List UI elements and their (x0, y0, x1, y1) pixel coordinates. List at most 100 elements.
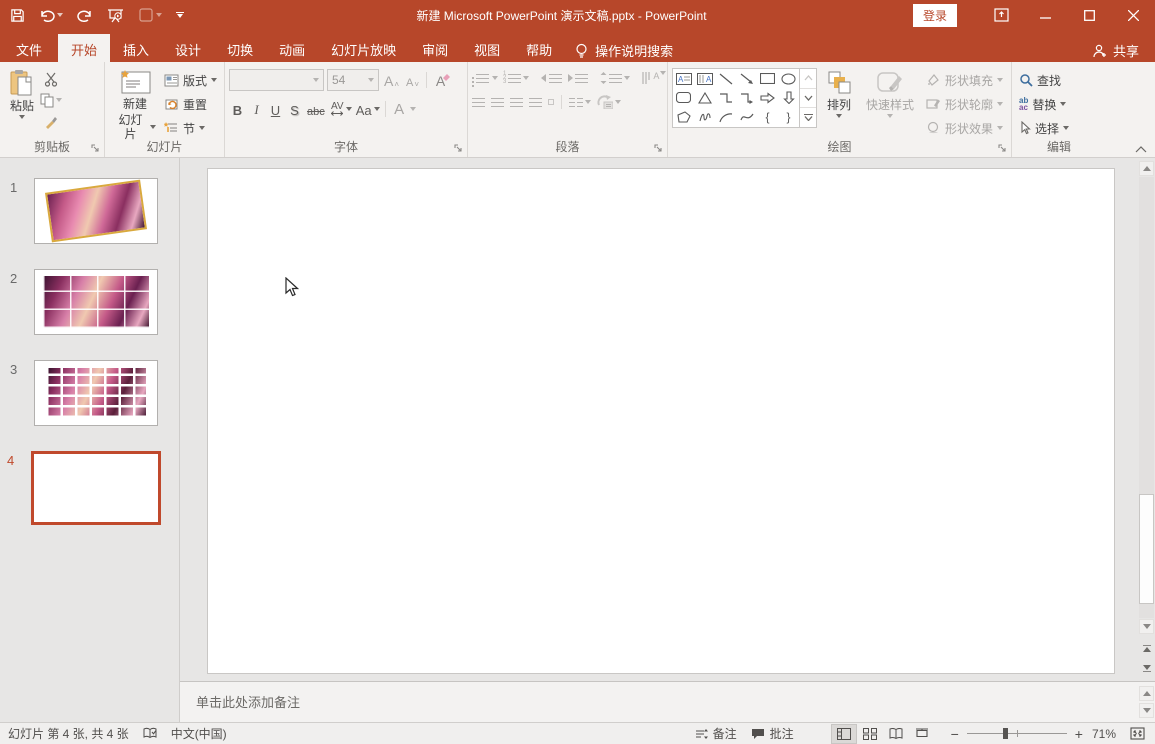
distribute-button[interactable] (548, 99, 554, 105)
cut-icon[interactable] (40, 70, 62, 88)
spellcheck-icon[interactable] (136, 723, 164, 744)
maximize-button[interactable] (1067, 0, 1111, 30)
notes-scrollbar[interactable] (1139, 686, 1154, 718)
shape-textbox-icon[interactable]: A (673, 69, 694, 88)
bullets-button[interactable] (472, 74, 498, 83)
scroll-up-icon[interactable] (1139, 161, 1154, 176)
language-indicator[interactable]: 中文(中国) (164, 723, 234, 744)
zoom-slider[interactable] (967, 733, 1067, 734)
slide-2-row[interactable]: 2 (10, 269, 179, 335)
italic-button[interactable]: I (248, 99, 265, 119)
font-size-combo[interactable]: 54 (327, 69, 379, 91)
zoom-percentage[interactable]: 71% (1085, 723, 1123, 744)
numbering-button[interactable]: 123 (503, 72, 529, 84)
new-slide-button[interactable]: 新建 幻灯片 (109, 65, 161, 144)
grow-font-button[interactable]: A˄ (382, 70, 401, 90)
collapse-ribbon-icon[interactable] (1135, 146, 1147, 153)
tab-slideshow[interactable]: 幻灯片放映 (318, 34, 409, 62)
character-spacing-dropdown-icon[interactable] (346, 107, 352, 111)
paragraph-dialog-launcher-icon[interactable] (654, 144, 664, 154)
section-button[interactable]: 节 (161, 117, 220, 139)
clear-formatting-button[interactable]: A (432, 70, 449, 90)
shape-arc-icon[interactable] (715, 107, 736, 126)
tab-home[interactable]: 开始 (58, 34, 110, 62)
layout-button[interactable]: 版式 (161, 69, 220, 91)
tab-transitions[interactable]: 切换 (214, 34, 266, 62)
shapes-scroll-up-icon[interactable] (800, 69, 816, 88)
slide-sorter-view-button[interactable] (857, 724, 883, 744)
next-slide-button[interactable] (1139, 661, 1154, 676)
undo-button[interactable] (39, 8, 63, 22)
clipboard-dialog-launcher-icon[interactable] (91, 144, 101, 154)
align-left-button[interactable] (472, 98, 485, 107)
shape-left-brace-icon[interactable]: { (757, 107, 778, 126)
arrange-dropdown-icon[interactable] (836, 114, 842, 118)
tab-help[interactable]: 帮助 (513, 34, 565, 62)
shape-outline-button[interactable]: 形状轮廓 (923, 93, 1006, 115)
slide-4-row[interactable]: 4 (7, 451, 179, 525)
shape-rectangle-icon[interactable] (757, 69, 778, 88)
font-color-dropdown-icon[interactable] (410, 107, 416, 111)
shape-right-brace-icon[interactable]: } (778, 107, 799, 126)
slide-3-thumbnail[interactable] (34, 360, 158, 426)
tab-review[interactable]: 审阅 (409, 34, 461, 62)
select-dropdown-icon[interactable] (1063, 126, 1069, 130)
shape-triangle-icon[interactable] (694, 88, 715, 107)
share-button[interactable]: 共享 (1076, 34, 1155, 62)
select-button[interactable]: 选择 (1016, 117, 1102, 139)
shape-rounded-rectangle-icon[interactable] (673, 88, 694, 107)
drawing-dialog-launcher-icon[interactable] (998, 144, 1008, 154)
shape-arrow-icon[interactable] (736, 69, 757, 88)
paste-dropdown-icon[interactable] (19, 115, 25, 119)
change-case-dropdown-icon[interactable] (374, 107, 380, 111)
font-dialog-launcher-icon[interactable] (454, 144, 464, 154)
tab-animations[interactable]: 动画 (266, 34, 318, 62)
slide-2-thumbnail[interactable] (34, 269, 158, 335)
normal-view-button[interactable] (831, 724, 857, 744)
justify-button[interactable] (529, 98, 542, 107)
shapes-more-icon[interactable] (800, 107, 816, 127)
minimize-button[interactable] (1023, 0, 1067, 30)
shrink-font-button[interactable]: A˅ (404, 70, 421, 90)
scroll-down-icon[interactable] (1139, 619, 1154, 634)
new-slide-dropdown-icon[interactable] (150, 125, 156, 129)
shape-vertical-textbox-icon[interactable]: A (694, 69, 715, 88)
shape-oval-icon[interactable] (778, 69, 799, 88)
shape-effects-dropdown-icon[interactable] (997, 126, 1003, 130)
slideshow-view-button[interactable] (909, 724, 935, 744)
shape-outline-dropdown-icon[interactable] (997, 102, 1003, 106)
decrease-indent-button[interactable] (541, 74, 562, 83)
shape-line-icon[interactable] (715, 69, 736, 88)
comments-toggle[interactable]: 批注 (744, 723, 801, 744)
shape-freeform-icon[interactable] (673, 107, 694, 126)
tell-me-search[interactable]: 操作说明搜索 (565, 34, 683, 62)
quick-styles-button[interactable]: 快速样式 (861, 65, 919, 141)
fit-slide-to-window-icon[interactable] (1123, 723, 1147, 744)
slide-3-row[interactable]: 3 (10, 360, 179, 426)
section-dropdown-icon[interactable] (199, 126, 205, 130)
line-spacing-button[interactable] (600, 72, 630, 84)
underline-button[interactable]: U (267, 99, 284, 119)
character-spacing-button[interactable]: AV (329, 99, 346, 119)
tab-design[interactable]: 设计 (162, 34, 214, 62)
shapes-scroll-down-icon[interactable] (800, 88, 816, 108)
start-slideshow-icon[interactable] (107, 8, 124, 23)
undo-dropdown-icon[interactable] (57, 13, 63, 17)
slide-canvas[interactable] (207, 168, 1115, 674)
align-right-button[interactable] (510, 98, 523, 107)
replace-dropdown-icon[interactable] (1060, 102, 1066, 106)
shape-fill-dropdown-icon[interactable] (997, 78, 1003, 82)
format-painter-icon[interactable] (40, 112, 62, 130)
slide-1-thumbnail[interactable] (34, 178, 158, 244)
sign-in-button[interactable]: 登录 (913, 4, 957, 27)
layout-dropdown-icon[interactable] (211, 78, 217, 82)
scrollbar-thumb[interactable] (1139, 494, 1154, 604)
shape-right-arrow-icon[interactable] (757, 88, 778, 107)
align-center-button[interactable] (491, 98, 504, 107)
increase-indent-button[interactable] (567, 74, 588, 83)
notes-placeholder[interactable]: 单击此处添加备注 (196, 692, 300, 711)
arrange-button[interactable]: 排列 (821, 65, 857, 141)
zoom-in-button[interactable]: + (1073, 723, 1085, 744)
shape-curve-icon[interactable] (736, 107, 757, 126)
text-direction-button[interactable]: A (642, 71, 666, 85)
